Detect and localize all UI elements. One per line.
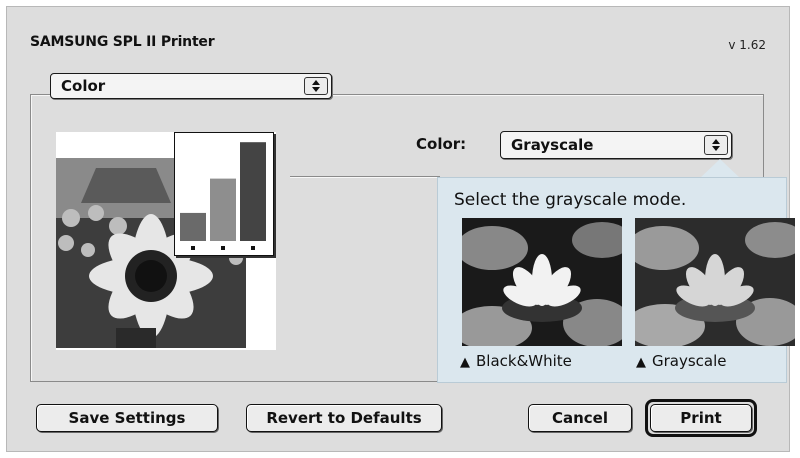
dialog-title: SAMSUNG SPL II Printer bbox=[30, 34, 215, 50]
bar-chart-icon bbox=[174, 132, 274, 256]
black-white-label: Black&White bbox=[476, 352, 572, 370]
up-down-arrows-icon bbox=[304, 77, 328, 95]
up-triangle-icon: ▲ bbox=[460, 355, 470, 370]
grayscale-label: Grayscale bbox=[652, 352, 727, 370]
chart-icon-bar bbox=[180, 212, 206, 241]
chart-icon-tick bbox=[251, 246, 255, 250]
black-white-caption: ▲ Black&White bbox=[460, 352, 572, 370]
cancel-button[interactable]: Cancel bbox=[528, 404, 632, 432]
chart-icon-tick bbox=[191, 246, 195, 250]
tooltip-pointer bbox=[700, 159, 740, 178]
tooltip-text: Select the grayscale mode. bbox=[454, 190, 687, 210]
color-select-value: Grayscale bbox=[511, 136, 594, 154]
grayscale-caption: ▲ Grayscale bbox=[636, 352, 727, 370]
color-option-label: Color: bbox=[416, 135, 467, 153]
panel-select-value: Color bbox=[61, 77, 106, 95]
up-triangle-icon: ▲ bbox=[636, 355, 646, 370]
chart-icon-bar bbox=[240, 142, 266, 241]
save-settings-button[interactable]: Save Settings bbox=[36, 404, 218, 432]
print-button[interactable]: Print bbox=[650, 404, 752, 432]
separator-line bbox=[290, 176, 440, 177]
color-preview bbox=[56, 132, 276, 350]
revert-to-defaults-button[interactable]: Revert to Defaults bbox=[246, 404, 442, 432]
chart-icon-tick bbox=[221, 246, 225, 250]
grayscale-tooltip: Select the grayscale mode. ▲ Black&White… bbox=[437, 177, 795, 383]
up-down-arrows-icon bbox=[704, 135, 728, 155]
black-white-sample-image bbox=[462, 218, 622, 346]
grayscale-sample-image bbox=[635, 218, 795, 346]
version-label: v 1.62 bbox=[728, 38, 766, 52]
chart-icon-bar bbox=[210, 178, 236, 241]
color-select-popup[interactable]: Grayscale bbox=[500, 131, 732, 159]
panel-select-popup[interactable]: Color bbox=[50, 73, 332, 99]
